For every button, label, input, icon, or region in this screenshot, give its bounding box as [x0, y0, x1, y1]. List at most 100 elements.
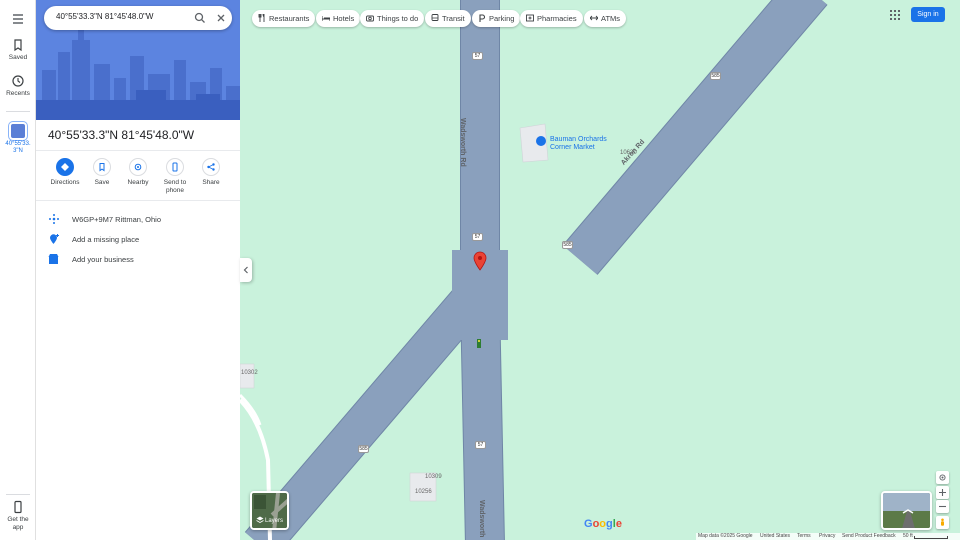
share-button[interactable]: Share — [193, 158, 229, 187]
add-business-icon — [48, 254, 59, 264]
minus-icon — [939, 505, 946, 508]
menu-icon — [13, 14, 23, 24]
bookmark-icon — [99, 163, 105, 172]
plus-code-text: W6GP+9M7 Rittman, Ohio — [72, 215, 161, 224]
get-app-label: Get the app — [7, 516, 29, 531]
house-number: 10630 — [620, 150, 637, 156]
scale-label[interactable]: 50 ft — [903, 533, 913, 540]
nearby-button[interactable]: Nearby — [120, 158, 156, 187]
recent-place-thumbnail[interactable] — [9, 122, 27, 140]
add-missing-place-row[interactable]: Add a missing place — [36, 229, 240, 249]
collapse-panel-button[interactable] — [240, 258, 252, 282]
save-label: Save — [94, 179, 110, 186]
location-pin-icon[interactable] — [473, 251, 487, 271]
scale-bar — [914, 536, 948, 539]
place-title: 40°55'33.3"N 81°45'48.0"W — [48, 128, 195, 142]
phone-icon — [172, 162, 178, 172]
get-app-button[interactable]: Get the app — [0, 500, 36, 532]
satellite-preview — [252, 493, 287, 528]
chevron-left-icon — [243, 266, 248, 274]
plus-code-row[interactable]: W6GP+9M7 Rittman, Ohio — [36, 209, 240, 229]
parking-icon — [479, 14, 486, 22]
history-icon — [12, 75, 24, 87]
chip-restaurants[interactable]: Restaurants — [252, 10, 316, 27]
layers-button[interactable]: Layers — [250, 491, 289, 530]
zoom-out-button[interactable] — [936, 500, 949, 513]
house-number: 10256 — [415, 489, 432, 495]
rail-divider — [6, 494, 30, 495]
route-shield: 585 — [562, 241, 573, 249]
zoom-in-button[interactable] — [936, 486, 949, 499]
pharmacy-icon — [526, 14, 534, 22]
nearby-label: Nearby — [127, 179, 149, 186]
chip-atms[interactable]: ATMs — [584, 10, 627, 27]
my-location-icon — [939, 474, 946, 481]
poi-bauman-orchards[interactable]: Bauman Orchards Corner Market — [550, 136, 614, 152]
phone-icon — [14, 500, 22, 514]
recents-label: Recents — [6, 90, 30, 97]
chip-parking[interactable]: Parking — [472, 10, 521, 27]
chip-label: Things to do — [377, 14, 419, 23]
save-button[interactable]: Save — [84, 158, 120, 187]
camera-icon — [366, 15, 374, 22]
apps-grid-icon[interactable] — [890, 10, 900, 20]
chip-things-to-do[interactable]: Things to do — [360, 10, 425, 27]
divider — [36, 150, 240, 151]
directions-icon — [61, 163, 69, 171]
chip-pharmacies[interactable]: Pharmacies — [520, 10, 583, 27]
route-shield: 585 — [358, 445, 369, 453]
route-shield: 57 — [475, 441, 486, 449]
rail-divider — [6, 111, 30, 112]
chip-transit[interactable]: Transit — [425, 10, 471, 27]
recent-place-label[interactable]: 40°55'33.3"N — [2, 141, 34, 155]
add-business-text: Add your business — [72, 255, 134, 264]
close-icon[interactable] — [215, 12, 227, 24]
add-location-icon — [50, 234, 59, 244]
sign-in-button[interactable]: Sign in — [911, 7, 945, 22]
house-number: 10302 — [241, 370, 258, 376]
search-input[interactable] — [56, 12, 176, 21]
route-shield: 585 — [710, 72, 721, 80]
chip-label: Restaurants — [269, 14, 310, 23]
recents-button[interactable]: Recents — [0, 74, 36, 97]
transit-icon — [431, 14, 439, 21]
bookmark-icon — [14, 39, 22, 52]
layers-label: Layers — [265, 518, 284, 524]
pegman-button[interactable] — [936, 516, 949, 529]
nearby-icon — [134, 163, 142, 171]
shopping-icon[interactable] — [536, 136, 546, 146]
add-business-row[interactable]: Add your business — [36, 249, 240, 269]
map-data-attribution: Map data ©2025 Google — [698, 533, 753, 539]
my-location-button[interactable] — [936, 471, 949, 484]
directions-button[interactable]: Directions — [47, 158, 83, 187]
place-panel: 40°55'33.3"N 81°45'48.0"W Directions Sav… — [36, 0, 240, 540]
chip-label: Transit — [442, 14, 465, 23]
route-shield: 57 — [472, 52, 483, 60]
chip-hotels[interactable]: Hotels — [316, 10, 361, 27]
house-number: 10309 — [425, 474, 442, 480]
road-label-wadsworth-south: Wadsworth — [478, 500, 485, 538]
search-icon[interactable] — [194, 12, 206, 24]
terms-link[interactable]: Terms — [797, 533, 811, 540]
menu-button[interactable] — [0, 12, 36, 28]
privacy-link[interactable]: Privacy — [819, 533, 835, 540]
send-to-phone-button[interactable]: Send to phone — [157, 158, 193, 195]
road-network — [240, 0, 828, 540]
send-to-phone-label: Send to phone — [163, 179, 187, 194]
action-bar: Directions Save Nearby Send to phone Sha… — [36, 158, 240, 200]
saved-button[interactable]: Saved — [0, 38, 36, 61]
atm-icon — [589, 15, 599, 21]
pegman-icon — [941, 518, 944, 526]
google-logo: Google — [584, 518, 622, 530]
chip-label: Parking — [489, 14, 515, 23]
chip-label: Hotels — [333, 14, 355, 23]
country-link[interactable]: United States — [760, 533, 790, 540]
street-view-thumbnail[interactable] — [881, 491, 932, 530]
share-label: Share — [202, 179, 220, 186]
maps-app: Saved Recents 40°55'33.3"N Get the app 4… — [0, 0, 960, 540]
map-canvas[interactable]: Wadsworth Rd Akron Rd Wadsworth 57 585 5… — [240, 0, 960, 540]
map-footer: Map data ©2025 Google United States Term… — [696, 533, 960, 540]
chip-label: ATMs — [601, 14, 621, 23]
feedback-link[interactable]: Send Product Feedback — [842, 533, 896, 540]
route-shield: 57 — [472, 233, 483, 241]
